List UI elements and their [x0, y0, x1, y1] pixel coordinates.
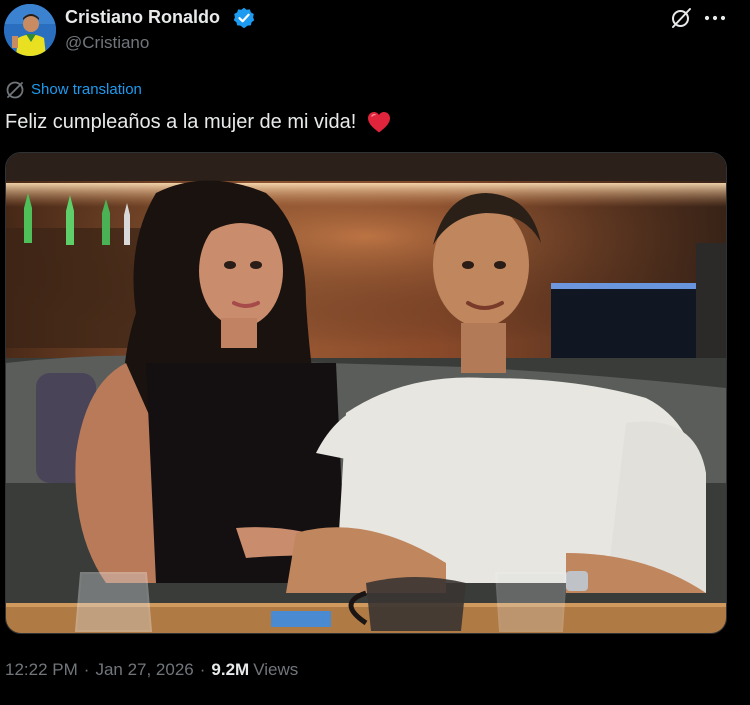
meta-separator: · [83, 660, 90, 679]
author-handle[interactable]: @Cristiano [65, 33, 149, 53]
verified-badge-icon [233, 7, 255, 29]
show-translation-link[interactable]: Show translation [5, 79, 142, 101]
grok-icon[interactable] [669, 6, 693, 30]
globe-icon [6, 81, 24, 99]
more-icon[interactable] [703, 7, 727, 29]
views-count: 9.2M [211, 660, 250, 679]
tweet-photo[interactable] [5, 152, 727, 634]
photo-illustration [6, 153, 726, 633]
author-name[interactable]: Cristiano Ronaldo [65, 6, 220, 28]
tweet-date[interactable]: Jan 27, 2026 [95, 660, 193, 680]
tweet-meta: 12:22 PM · Jan 27, 2026 · 9.2M Views [5, 658, 298, 682]
tweet-text: Feliz cumpleaños a la mujer de mi vida! [5, 108, 392, 136]
views-label: Views [253, 660, 299, 679]
tweet-time[interactable]: 12:22 PM [5, 660, 78, 680]
author-avatar[interactable] [4, 4, 56, 56]
show-translation-label: Show translation [31, 81, 142, 98]
red-heart-icon [368, 112, 391, 133]
tweet-text-content: Feliz cumpleaños a la mujer de mi vida! [5, 110, 357, 133]
meta-separator-2: · [199, 660, 206, 679]
